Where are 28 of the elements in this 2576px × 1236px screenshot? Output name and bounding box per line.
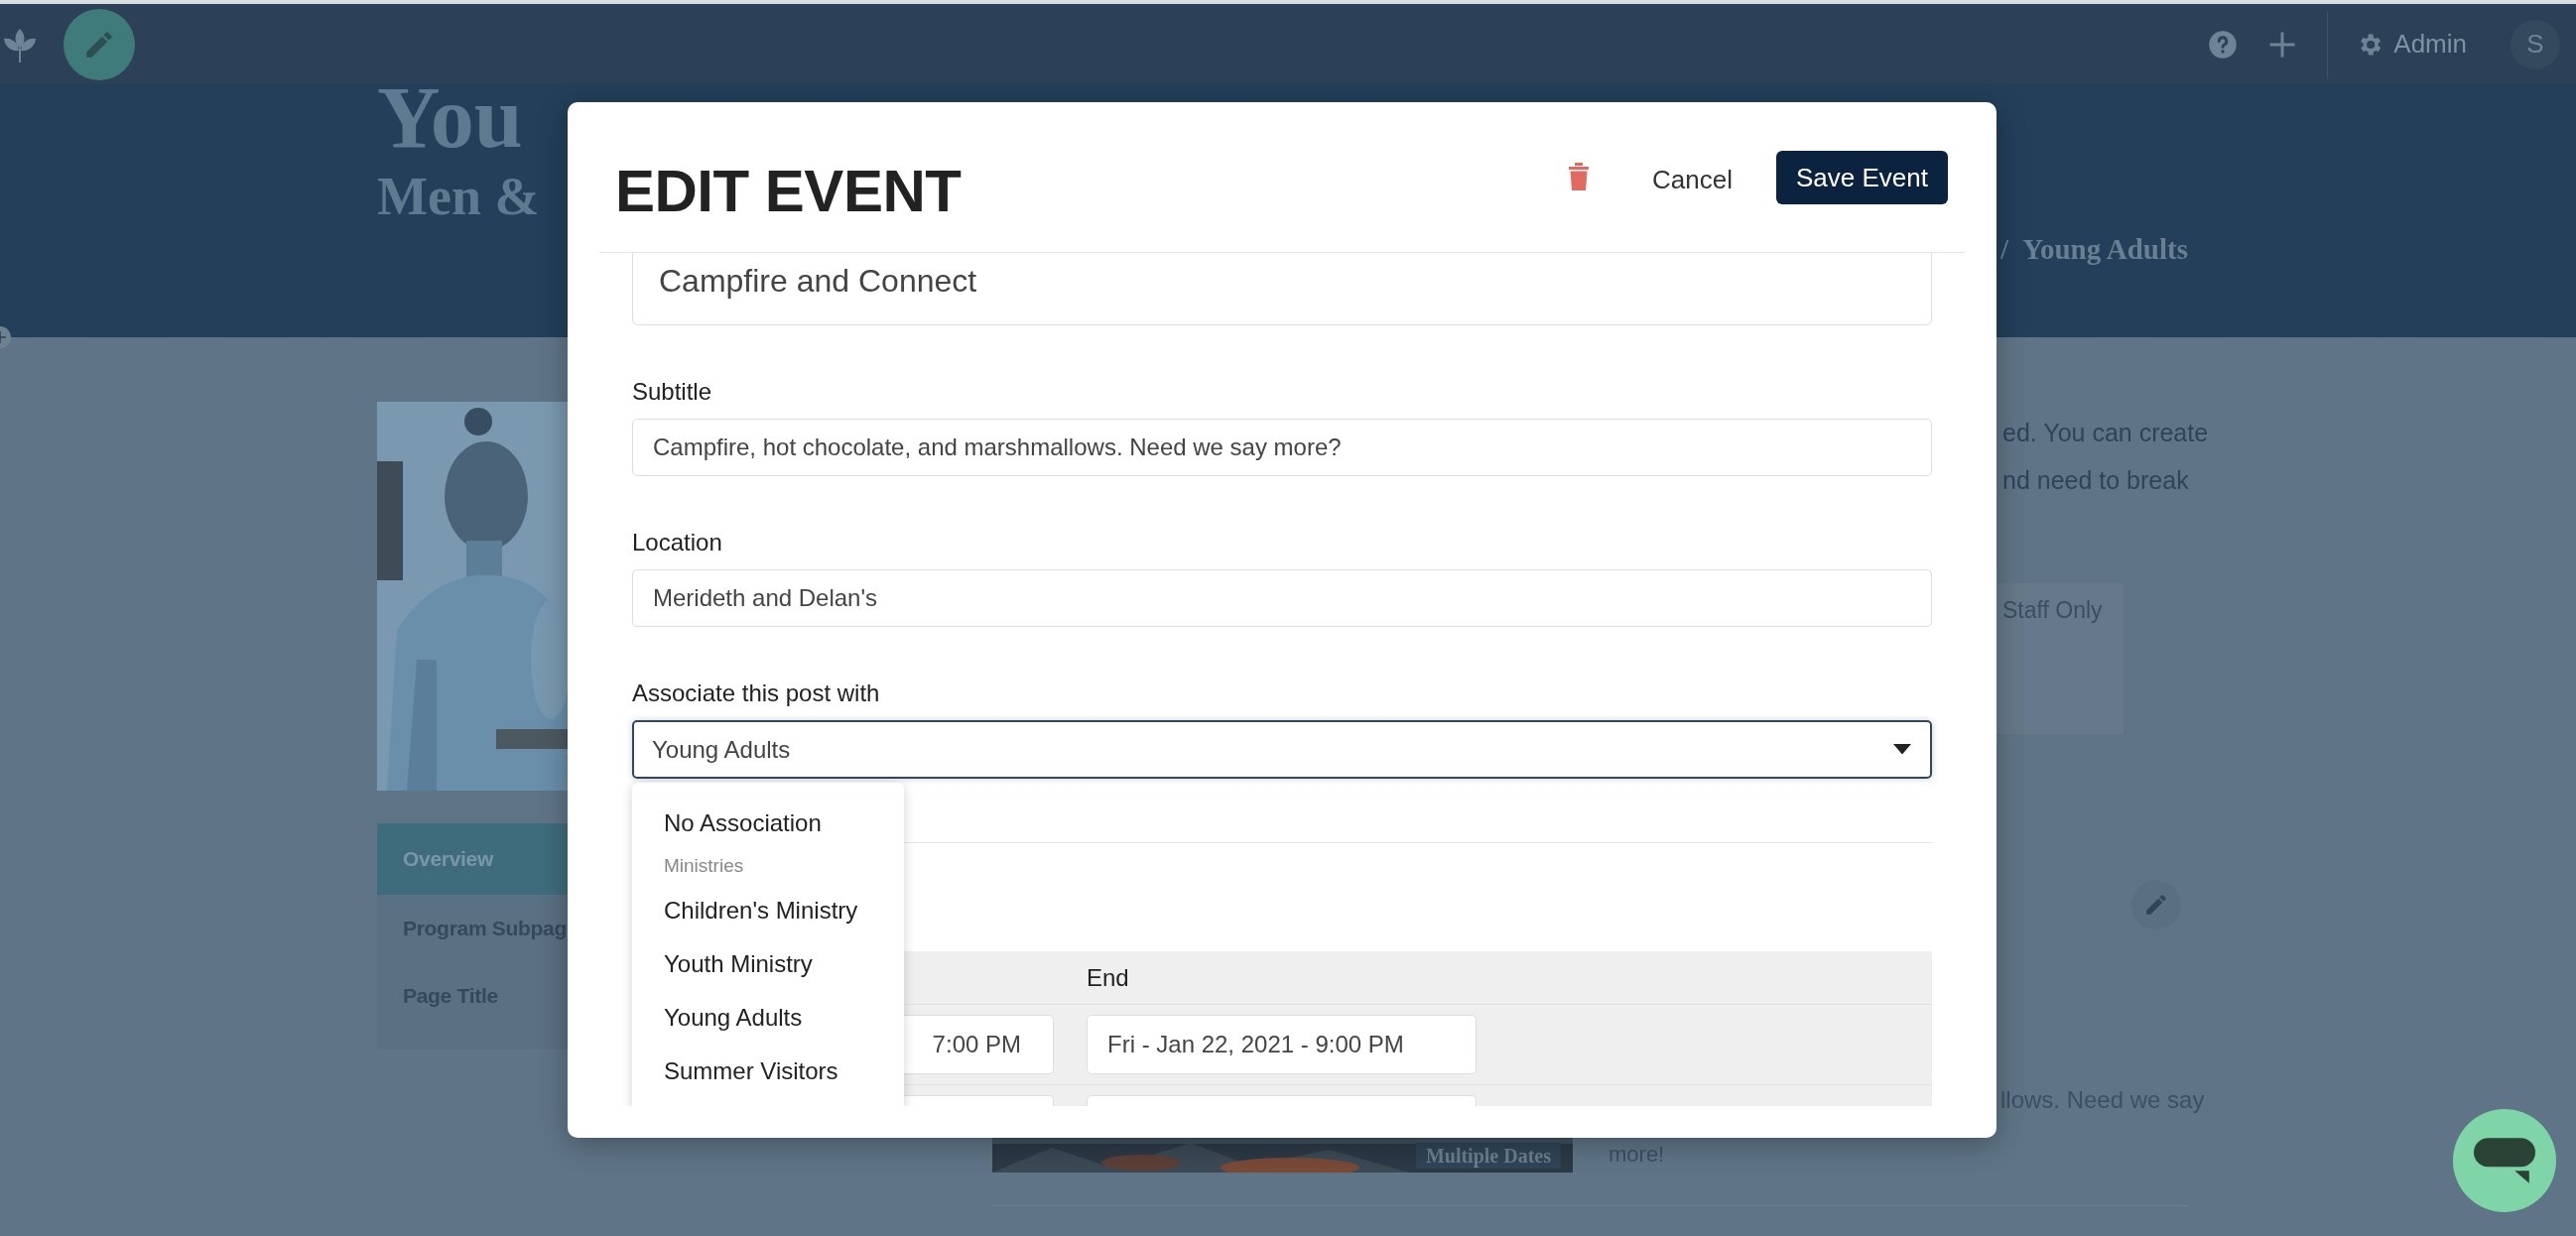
dialog-title: EDIT EVENT (615, 162, 962, 221)
page-subtitle: Men & (377, 168, 540, 227)
field-label: Location (632, 528, 723, 557)
help-icon[interactable] (2208, 29, 2239, 60)
field-label: Subtitle (632, 377, 713, 407)
dropdown-option[interactable]: Children's Ministry (632, 884, 904, 937)
field-label: Associate this post with (632, 679, 881, 708)
column-header: End (1087, 963, 1129, 992)
caret-icon (1892, 743, 1912, 756)
page-title: You (377, 74, 524, 162)
save-event-button[interactable]: Save Event (1776, 151, 1948, 204)
association-select[interactable]: Young Adults (632, 720, 1932, 779)
pencil-icon (2143, 892, 2169, 918)
input-field[interactable]: Merideth and Delan's (632, 569, 1932, 627)
delete-icon[interactable] (1567, 162, 1592, 191)
dropdown-option[interactable]: Young Adults (632, 991, 904, 1045)
dropdown-option[interactable]: Summer Visitors (632, 1045, 904, 1098)
chat-icon (2474, 1138, 2535, 1183)
input-field[interactable]: Campfire, hot chocolate, and marshmallows. Need we say more? (632, 419, 1932, 476)
edit-button[interactable] (2131, 880, 2181, 929)
breadcrumb-separator: / (2000, 233, 2009, 266)
event-title-field[interactable]: Campfire and Connect (632, 253, 1932, 325)
end-date-field[interactable]: Fri - Jan 22, 2021 - 9:00 PM (1087, 1015, 1477, 1074)
multiple-dates-badge: Multiple Dates (1415, 1143, 1561, 1169)
option-group-label: Ministries (663, 854, 745, 878)
cancel-button[interactable]: Cancel (1648, 157, 1737, 203)
dropdown-option[interactable]: Youth Ministry (632, 937, 904, 991)
dropdown-option[interactable]: No Association (632, 797, 904, 850)
